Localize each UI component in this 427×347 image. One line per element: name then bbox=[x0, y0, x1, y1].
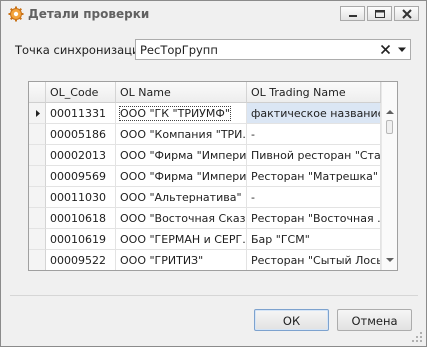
dialog-window: Детали проверки Точка синхронизации: Рес… bbox=[0, 0, 427, 347]
cell-ol-trading-name-text: - bbox=[251, 191, 255, 204]
cell-ol-name[interactable]: ООО "ГК "ТРИУМФ" bbox=[116, 103, 247, 124]
cell-ol-trading-name-text: Пивной ресторан "Ста... bbox=[251, 149, 381, 162]
clear-icon[interactable] bbox=[380, 43, 391, 56]
cell-ol-name[interactable]: ООО "ГЕРМАН и СЕРГ... bbox=[116, 229, 247, 250]
table-row[interactable]: 00002013 ООО "Фирма "Империал" Пивной рест… bbox=[29, 145, 381, 166]
cell-ol-code-text: 00005186 bbox=[50, 128, 106, 141]
table-row[interactable]: 00010618 ООО "Восточная Сказ... Ресторан "… bbox=[29, 208, 381, 229]
cell-ol-name[interactable]: ООО "Альтернатива" bbox=[116, 187, 247, 208]
cell-ol-code[interactable]: 00010618 bbox=[46, 208, 116, 229]
scroll-down-icon[interactable] bbox=[385, 256, 395, 264]
cell-ol-name[interactable]: ООО "Фирма "Империал" bbox=[116, 166, 247, 187]
cell-ol-trading-name[interactable]: Пивной ресторан "Ста... bbox=[247, 145, 381, 166]
cell-ol-code-text: 00009569 bbox=[50, 170, 106, 183]
cell-ol-trading-name-text: Бар "ГСМ" bbox=[251, 233, 310, 246]
table-row[interactable]: 00009522 ООО "ГРИТИЗ" Ресторан "Сытый Лось… bbox=[29, 250, 381, 270]
column-header-ol-trading-name[interactable]: OL Trading Name bbox=[247, 82, 381, 103]
scrollbar-thumb[interactable] bbox=[386, 120, 393, 134]
cell-ol-trading-name[interactable]: фактическое название bbox=[247, 103, 381, 124]
row-indicator[interactable] bbox=[29, 166, 46, 187]
cell-ol-name-text: ООО "Компания "ТРИ... bbox=[120, 128, 247, 141]
cell-ol-code-text: 00011331 bbox=[50, 107, 106, 120]
cell-ol-code[interactable]: 00010619 bbox=[46, 229, 116, 250]
row-indicator[interactable] bbox=[29, 187, 46, 208]
cell-ol-name-text: ООО "Восточная Сказ... bbox=[120, 212, 247, 225]
cell-ol-trading-name[interactable]: Бар "ГСМ" bbox=[247, 229, 381, 250]
scroll-up-icon[interactable] bbox=[385, 108, 395, 116]
row-indicator[interactable] bbox=[29, 250, 46, 270]
minimize-button[interactable] bbox=[340, 6, 365, 21]
app-gear-icon bbox=[8, 6, 24, 22]
minimize-icon bbox=[349, 15, 357, 17]
cell-ol-name-text: ООО "Фирма "Империал" bbox=[120, 170, 247, 183]
cell-ol-code[interactable]: 00002013 bbox=[46, 145, 116, 166]
vertical-scrollbar[interactable] bbox=[381, 82, 397, 270]
sync-point-value: РесТорГрупп bbox=[140, 43, 218, 57]
cell-ol-name[interactable]: ООО "Компания "ТРИ... bbox=[116, 124, 247, 145]
close-button[interactable] bbox=[394, 6, 419, 21]
row-indicator-header bbox=[29, 82, 46, 103]
resize-grip-icon[interactable] bbox=[412, 332, 423, 343]
cell-ol-code[interactable]: 00011030 bbox=[46, 187, 116, 208]
cell-ol-trading-name[interactable]: Ресторан "Восточная ... bbox=[247, 208, 381, 229]
cell-ol-code[interactable]: 00009522 bbox=[46, 250, 116, 270]
cell-ol-name-text: ООО "ГК "ТРИУМФ" bbox=[119, 106, 231, 121]
cell-ol-name-text: ООО "Фирма "Империал" bbox=[120, 149, 247, 162]
ok-button[interactable]: ОК bbox=[254, 309, 329, 331]
data-grid[interactable]: OL_Code OL Name OL Trading Name 00011331… bbox=[28, 81, 398, 271]
column-header-ol-code[interactable]: OL_Code bbox=[46, 82, 116, 103]
current-row-arrow-icon bbox=[36, 110, 40, 117]
cell-ol-trading-name[interactable]: Ресторан "Матрешка" bbox=[247, 166, 381, 187]
cell-ol-code[interactable]: 00009569 bbox=[46, 166, 116, 187]
window-title: Детали проверки bbox=[28, 7, 150, 21]
table-row[interactable]: 00011331 ООО "ГК "ТРИУМФ" фактическое назв… bbox=[29, 103, 381, 124]
cell-ol-trading-name[interactable]: Ресторан "Сытый Лось" bbox=[247, 250, 381, 270]
cell-ol-code-text: 00002013 bbox=[50, 149, 106, 162]
cell-ol-name-text: ООО "ГЕРМАН и СЕРГ... bbox=[120, 233, 247, 246]
title-bar[interactable]: Детали проверки bbox=[1, 1, 426, 27]
cell-ol-trading-name-text: Ресторан "Матрешка" bbox=[251, 170, 378, 183]
cell-ol-name[interactable]: ООО "Восточная Сказ... bbox=[116, 208, 247, 229]
cell-ol-code-text: 00010618 bbox=[50, 212, 106, 225]
cell-ol-trading-name-text: - bbox=[251, 128, 255, 141]
footer-separator bbox=[10, 295, 418, 296]
cell-ol-code-text: 00009522 bbox=[50, 254, 106, 267]
maximize-icon bbox=[375, 10, 385, 18]
close-icon bbox=[402, 9, 412, 19]
cell-ol-name-text: ООО "ГРИТИЗ" bbox=[120, 254, 204, 267]
cell-ol-trading-name-text: Ресторан "Сытый Лось" bbox=[251, 254, 381, 267]
cancel-button[interactable]: Отмена bbox=[337, 309, 412, 331]
cell-ol-code[interactable]: 00005186 bbox=[46, 124, 116, 145]
row-indicator[interactable] bbox=[29, 229, 46, 250]
cell-ol-code[interactable]: 00011331 bbox=[46, 103, 116, 124]
row-indicator[interactable] bbox=[29, 103, 46, 124]
table-row[interactable]: 00005186 ООО "Компания "ТРИ... - bbox=[29, 124, 381, 145]
cell-ol-trading-name-text: фактическое название bbox=[251, 107, 381, 120]
row-indicator[interactable] bbox=[29, 208, 46, 229]
cell-ol-name[interactable]: ООО "Фирма "Империал" bbox=[116, 145, 247, 166]
cell-ol-trading-name-text: Ресторан "Восточная ... bbox=[251, 212, 381, 225]
table-row[interactable]: 00011030 ООО "Альтернатива" - bbox=[29, 187, 381, 208]
table-row[interactable]: 00009569 ООО "Фирма "Империал" Ресторан "М… bbox=[29, 166, 381, 187]
table-row[interactable]: 00010619 ООО "ГЕРМАН и СЕРГ... Бар "ГСМ" bbox=[29, 229, 381, 250]
maximize-button[interactable] bbox=[367, 6, 392, 21]
sync-point-combobox[interactable]: РесТорГрупп bbox=[135, 39, 411, 60]
dropdown-arrow-icon[interactable] bbox=[397, 44, 407, 55]
sync-point-label: Точка синхронизации: bbox=[15, 43, 151, 57]
row-indicator[interactable] bbox=[29, 124, 46, 145]
cell-ol-code-text: 00010619 bbox=[50, 233, 106, 246]
cell-ol-name-text: ООО "Альтернатива" bbox=[120, 191, 242, 204]
cell-ol-trading-name[interactable]: - bbox=[247, 124, 381, 145]
row-indicator[interactable] bbox=[29, 145, 46, 166]
cell-ol-code-text: 00011030 bbox=[50, 191, 106, 204]
column-header-ol-name[interactable]: OL Name bbox=[116, 82, 247, 103]
cell-ol-trading-name[interactable]: - bbox=[247, 187, 381, 208]
cell-ol-name[interactable]: ООО "ГРИТИЗ" bbox=[116, 250, 247, 270]
